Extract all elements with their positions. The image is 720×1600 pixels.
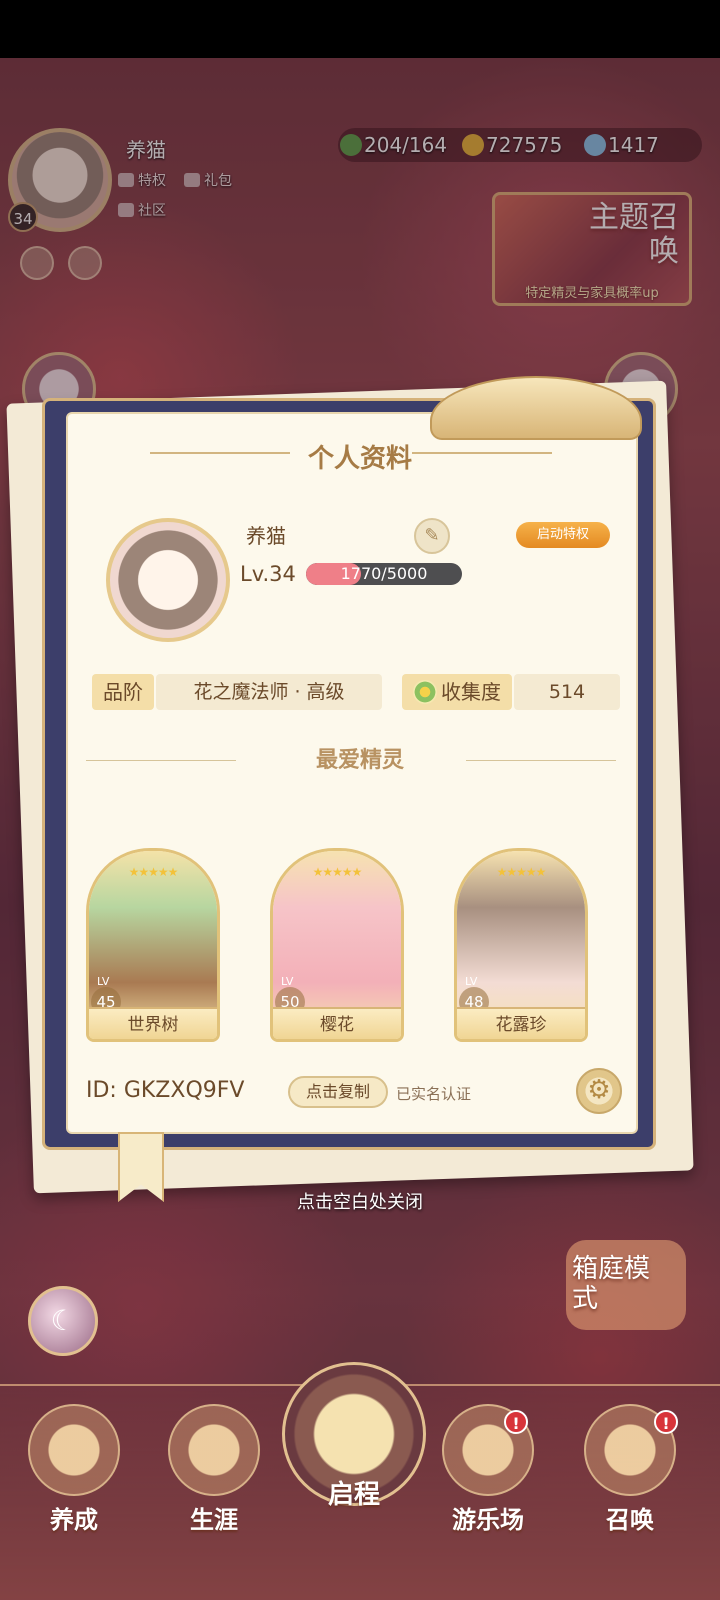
favorite-card-3[interactable]: ★★★★★ LV 48 花露珍 xyxy=(454,848,588,1042)
pencil-icon: ✎ xyxy=(424,525,440,546)
card-lv-label: LV xyxy=(97,975,110,988)
profile-avatar[interactable] xyxy=(106,518,230,642)
close-hint[interactable]: 点击空白处关闭 xyxy=(0,1188,720,1214)
collection-label: 收集度 xyxy=(402,674,512,710)
nav-nurture[interactable]: 养成 xyxy=(14,1396,134,1546)
nav-playground-label: 游乐场 xyxy=(452,1505,524,1534)
card-name: 花露珍 xyxy=(457,1007,585,1039)
nav-summon-label: 召唤 xyxy=(606,1505,654,1534)
panel-title: 个人资料 xyxy=(307,444,412,474)
nav-nurture-label: 养成 xyxy=(50,1505,98,1534)
profile-name: 养猫 xyxy=(246,524,286,548)
rank-value: 花之魔法师 · 高级 xyxy=(156,674,382,710)
crown-icon xyxy=(168,1404,260,1496)
card-lv-label: LV xyxy=(465,975,478,988)
card-name: 世界树 xyxy=(89,1007,217,1039)
nav-journey-label: 启程 xyxy=(327,1480,380,1510)
copy-id-button[interactable]: 点击复制 xyxy=(288,1076,388,1108)
favorite-card-1[interactable]: ★★★★★ LV 45 世界树 xyxy=(86,848,220,1042)
profile-level: Lv.34 xyxy=(240,562,296,586)
xp-progress-text: 1770/5000 xyxy=(340,564,428,583)
activate-privilege-button[interactable]: 启动特权 xyxy=(516,522,610,548)
card-lv-label: LV xyxy=(281,975,294,988)
garden-mode-label: 箱庭模式 xyxy=(572,1254,651,1314)
star-rating: ★★★★★ xyxy=(312,865,363,879)
settings-button[interactable]: ⚙ xyxy=(576,1068,622,1114)
status-bar xyxy=(0,0,720,58)
collection-value: 514 xyxy=(514,674,620,710)
nav-career[interactable]: 生涯 xyxy=(154,1396,274,1546)
verified-status: 已实名认证 xyxy=(396,1085,472,1103)
player-id: ID: GKZXQ9FV xyxy=(86,1078,245,1103)
summon-alert-badge: ! xyxy=(654,1410,678,1434)
nav-career-label: 生涯 xyxy=(190,1505,238,1534)
star-rating: ★★★★★ xyxy=(128,865,179,879)
favorite-card-2[interactable]: ★★★★★ LV 50 樱花 xyxy=(270,848,404,1042)
favorites-title: 最爱精灵 xyxy=(315,747,404,773)
card-name: 樱花 xyxy=(273,1007,401,1039)
edit-name-button[interactable]: ✎ xyxy=(414,518,450,554)
rank-label: 品阶 xyxy=(92,674,154,710)
nav-playground[interactable]: 游乐场 xyxy=(428,1396,548,1546)
moon-icon[interactable]: ☾ xyxy=(28,1286,98,1356)
gear-icon: ⚙ xyxy=(587,1075,611,1105)
nurture-icon xyxy=(28,1404,120,1496)
playground-alert-badge: ! xyxy=(504,1410,528,1434)
star-rating: ★★★★★ xyxy=(496,865,547,879)
xp-progress-bar: 1770/5000 xyxy=(306,563,462,585)
flower-icon xyxy=(413,680,437,704)
